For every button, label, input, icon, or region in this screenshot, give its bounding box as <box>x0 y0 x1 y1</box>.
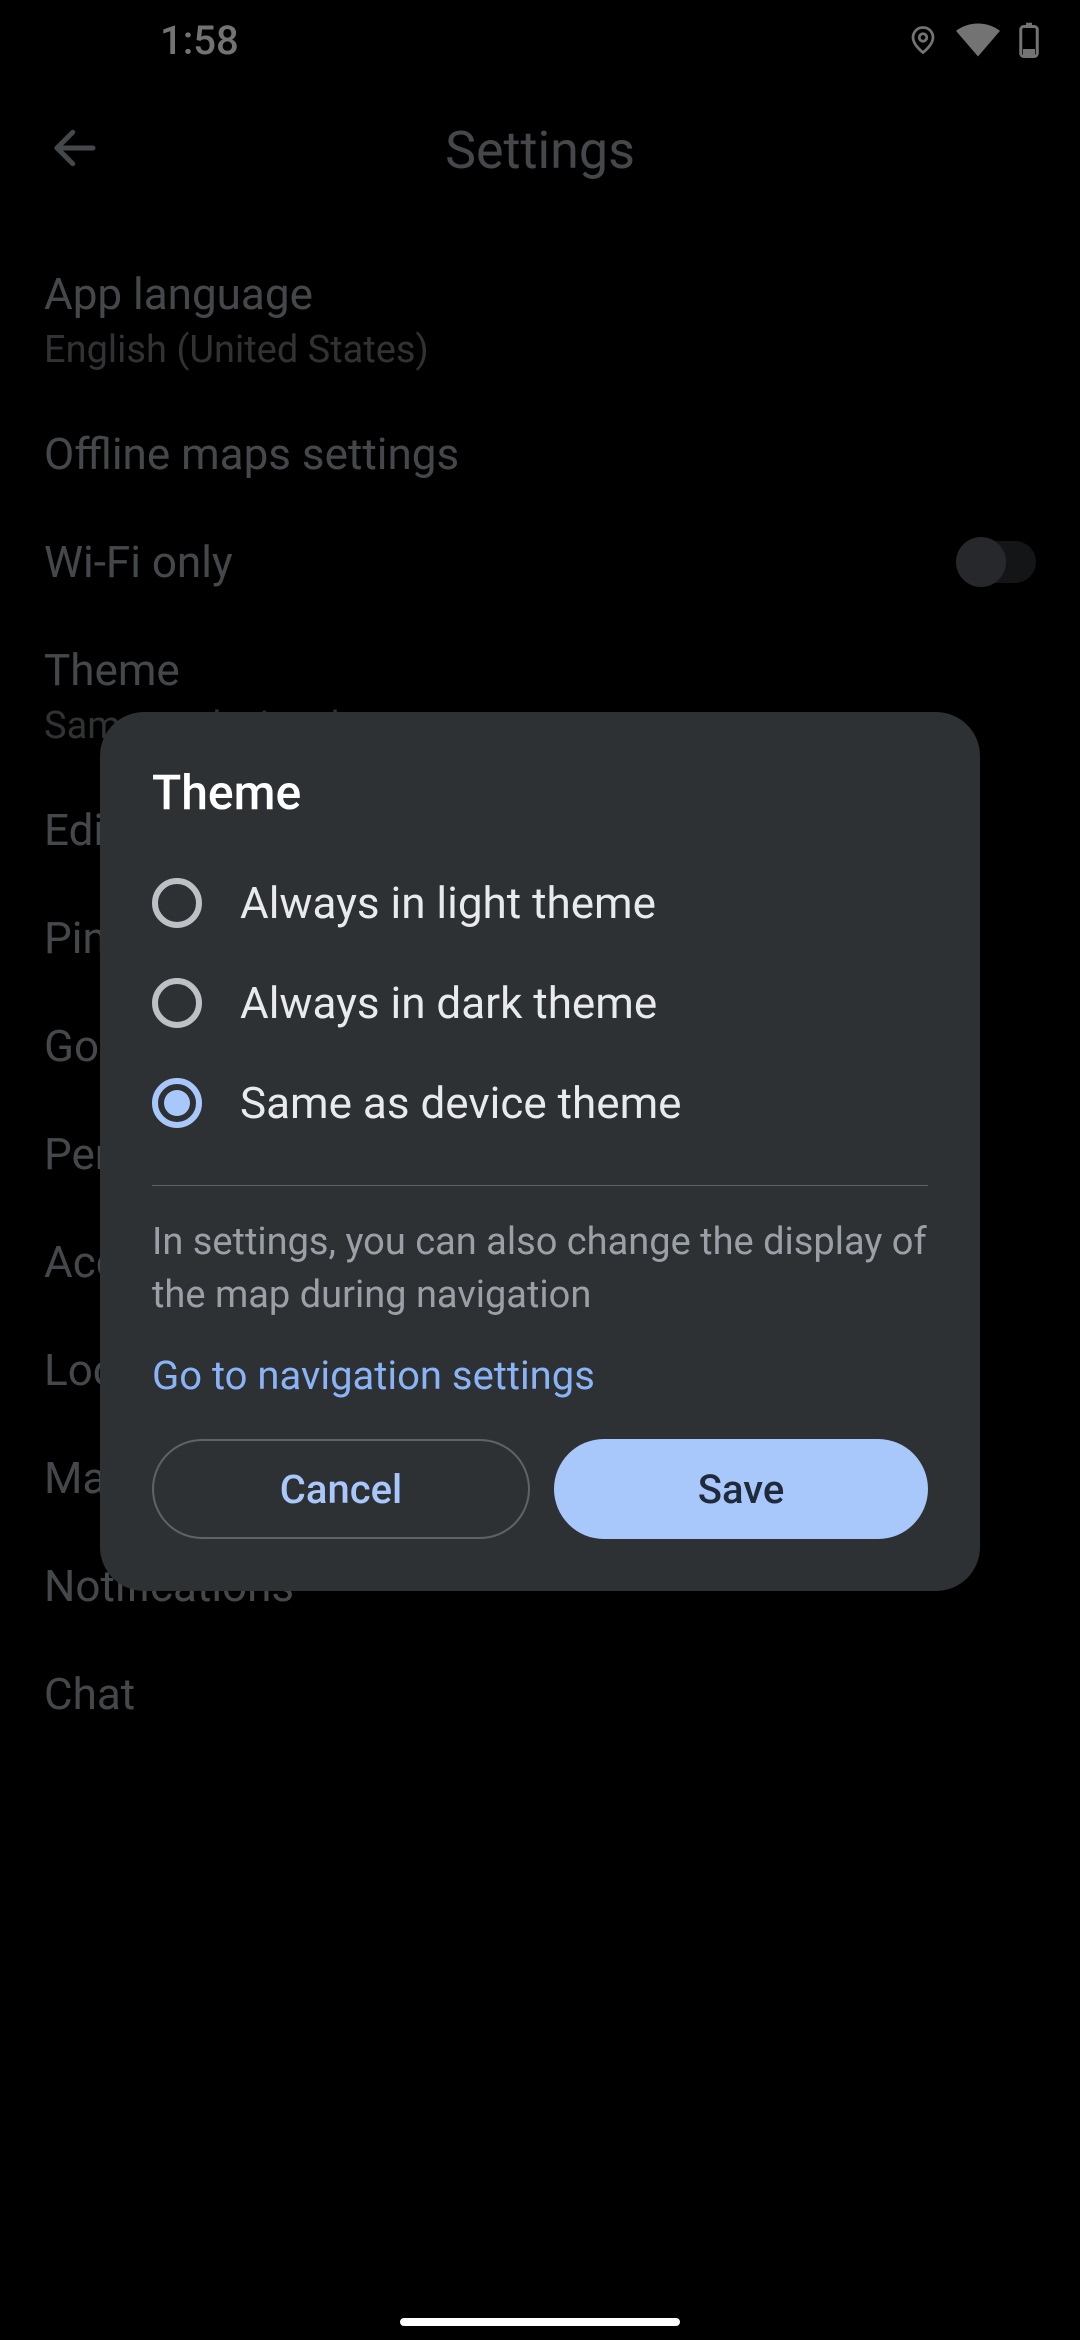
dialog-title: Theme <box>100 764 980 845</box>
theme-option[interactable]: Always in dark theme <box>100 953 980 1053</box>
cancel-button[interactable]: Cancel <box>152 1439 530 1539</box>
radio-icon <box>152 1078 202 1128</box>
navigation-settings-link[interactable]: Go to navigation settings <box>100 1322 980 1439</box>
theme-option[interactable]: Same as device theme <box>100 1053 980 1153</box>
radio-icon <box>152 878 202 928</box>
save-button[interactable]: Save <box>554 1439 928 1539</box>
radio-label: Same as device theme <box>240 1077 681 1129</box>
radio-list: Always in light theme Always in dark them… <box>100 845 980 1173</box>
dialog-divider <box>152 1185 928 1186</box>
nav-handle[interactable] <box>400 2318 680 2326</box>
radio-label: Always in light theme <box>240 877 656 929</box>
radio-icon <box>152 978 202 1028</box>
theme-option[interactable]: Always in light theme <box>100 853 980 953</box>
radio-label: Always in dark theme <box>240 977 657 1029</box>
dialog-note: In settings, you can also change the dis… <box>100 1216 980 1322</box>
dialog-buttons: Cancel Save <box>100 1439 980 1539</box>
theme-dialog: Theme Always in light theme Always in dar… <box>100 712 980 1591</box>
